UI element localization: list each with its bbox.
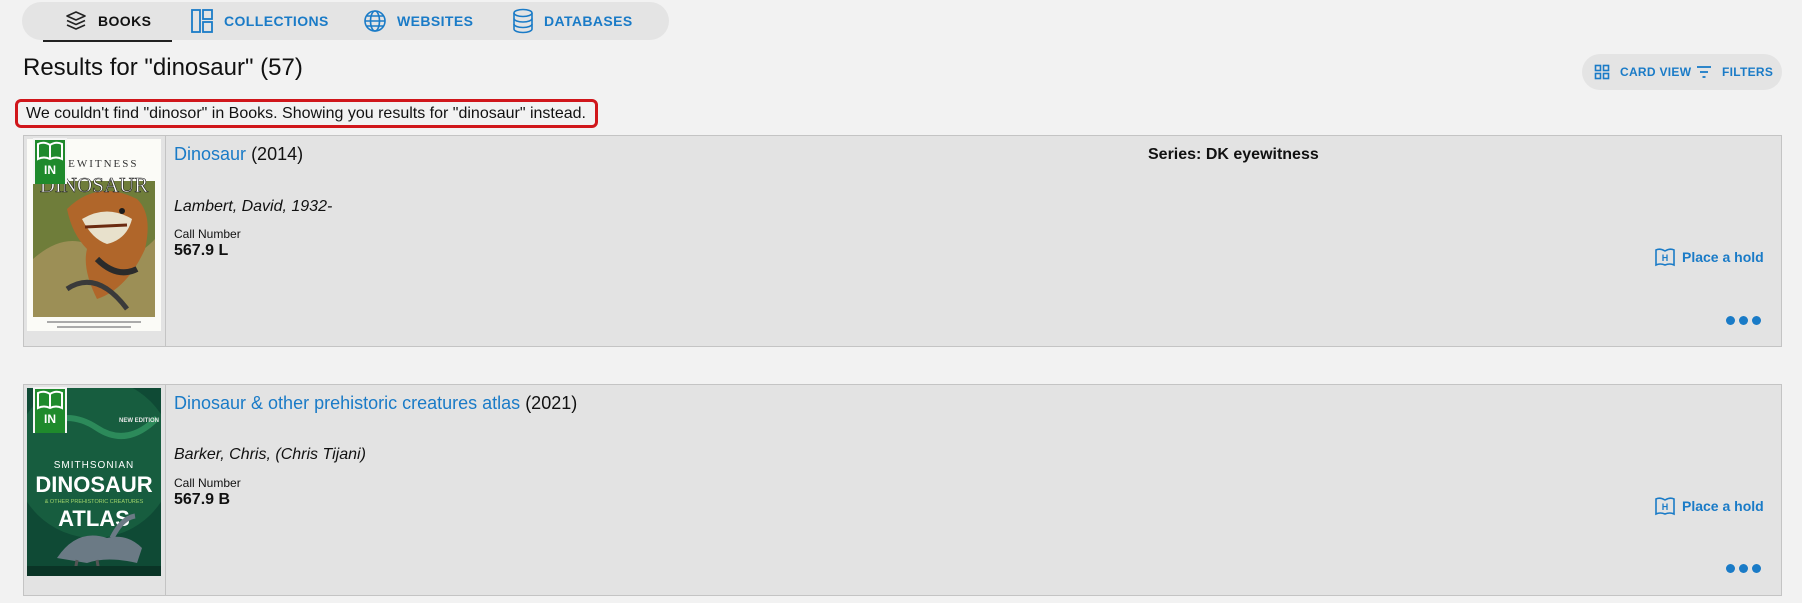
tab-collections[interactable]: COLLECTIONS	[190, 2, 329, 40]
book-title-link[interactable]: Dinosaur & other prehistoric creatures a…	[174, 393, 520, 413]
cover-container: EYEWITNESS DINOSAUR IN	[24, 136, 166, 346]
book-year: (2021)	[525, 393, 578, 413]
more-options-button[interactable]	[1726, 564, 1761, 573]
place-hold-button[interactable]: H Place a hold	[1654, 247, 1764, 267]
dot-icon	[1739, 564, 1748, 573]
open-book-icon	[37, 141, 63, 161]
grid-view-icon	[1594, 64, 1610, 80]
tab-books[interactable]: BOOKS	[42, 2, 173, 42]
result-card: EYEWITNESS DINOSAUR IN Dinosaur (2014) S…	[23, 135, 1782, 347]
place-hold-button[interactable]: H Place a hold	[1654, 496, 1764, 516]
filters-label: FILTERS	[1722, 65, 1774, 79]
result-title-line: Dinosaur (2014)	[174, 144, 303, 165]
result-title-line: Dinosaur & other prehistoric creatures a…	[174, 393, 577, 414]
search-category-tabs: BOOKS COLLECTIONS WEBSITES DATABASES	[22, 2, 669, 42]
hold-book-icon: H	[1655, 497, 1675, 516]
availability-text: IN	[44, 163, 56, 177]
availability-text: IN	[44, 412, 56, 426]
dot-icon	[1726, 564, 1735, 573]
more-options-button[interactable]	[1726, 316, 1761, 325]
call-number-value: 567.9 L	[174, 242, 229, 259]
filters-button[interactable]: FILTERS	[1696, 54, 1773, 90]
result-card: NEW EDITION SMITHSONIAN DINOSAUR & OTHER…	[23, 384, 1782, 596]
card-view-label: CARD VIEW	[1620, 65, 1692, 79]
cover-title-text: DINOSAUR	[35, 472, 152, 497]
availability-badge: IN	[33, 138, 67, 184]
collections-icon	[191, 9, 213, 33]
filter-icon	[1697, 66, 1711, 78]
dot-icon	[1752, 316, 1761, 325]
call-number-label: Call Number	[174, 227, 241, 241]
hold-book-icon: H	[1655, 248, 1675, 267]
book-series: Series: DK eyewitness	[1148, 146, 1319, 163]
place-hold-label: Place a hold	[1682, 249, 1764, 265]
availability-badge: IN	[33, 387, 67, 433]
book-year: (2014)	[251, 144, 304, 164]
svg-text:H: H	[1662, 502, 1669, 512]
database-icon	[513, 8, 533, 34]
globe-icon	[364, 10, 386, 32]
tab-label: BOOKS	[98, 13, 152, 29]
cover-container: NEW EDITION SMITHSONIAN DINOSAUR & OTHER…	[24, 385, 166, 595]
book-author: Barker, Chris, (Chris Tijani)	[174, 446, 366, 463]
tab-websites[interactable]: WEBSITES	[363, 2, 473, 40]
results-heading: Results for "dinosaur" (57)	[23, 54, 303, 81]
dot-icon	[1739, 316, 1748, 325]
tab-label: COLLECTIONS	[224, 13, 329, 29]
call-number-value: 567.9 B	[174, 491, 231, 508]
cover-brand-text: SMITHSONIAN	[54, 460, 134, 471]
book-title-link[interactable]: Dinosaur	[174, 144, 246, 164]
svg-text:H: H	[1662, 253, 1669, 263]
dot-icon	[1726, 316, 1735, 325]
tab-label: WEBSITES	[397, 13, 474, 29]
spelling-correction-notice: We couldn't find "dinosor" in Books. Sho…	[15, 99, 598, 128]
books-stack-icon	[66, 11, 86, 30]
call-number-label: Call Number	[174, 476, 241, 490]
book-author: Lambert, David, 1932-	[174, 198, 333, 215]
card-view-button[interactable]: CARD VIEW	[1594, 54, 1691, 90]
cover-subtitle-text: & OTHER PREHISTORIC CREATURES	[45, 499, 144, 505]
place-hold-label: Place a hold	[1682, 498, 1764, 514]
open-book-icon	[37, 390, 63, 410]
dot-icon	[1752, 564, 1761, 573]
cover-edition-text: NEW EDITION	[119, 418, 159, 424]
view-controls: CARD VIEW FILTERS	[1582, 54, 1782, 90]
tab-databases[interactable]: DATABASES	[512, 2, 633, 40]
tab-label: DATABASES	[544, 13, 633, 29]
